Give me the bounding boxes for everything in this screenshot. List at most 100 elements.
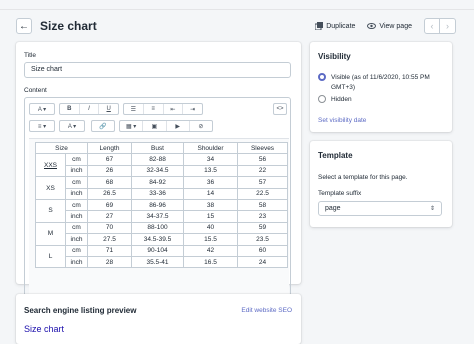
image-icon[interactable]: ▣ (143, 121, 167, 131)
length-cell: 70 (87, 221, 132, 235)
unit-cell: cm (65, 198, 88, 212)
list-group: ☰ ≡ ⇤ ⇥ (123, 103, 203, 115)
video-icon[interactable]: ▶ (167, 121, 190, 131)
bust-cell: 88-100 (131, 221, 184, 235)
table-icon[interactable]: ▦ ▾ (120, 121, 144, 131)
italic-button[interactable]: I (80, 104, 100, 114)
bust-cell: 33-36 (131, 187, 184, 200)
length-cell: 27 (87, 210, 132, 223)
back-button[interactable]: ← (16, 18, 32, 34)
sleeves-cell: 22 (237, 164, 288, 178)
chevron-right-icon: › (446, 21, 449, 31)
outdent-button[interactable]: ⇤ (164, 104, 184, 114)
text-color-dropdown[interactable]: A ▾ (59, 120, 85, 132)
size-cell: L (35, 244, 66, 269)
size-table: Size Length Bust Shoulder Sleeves XXS cm… (35, 141, 288, 269)
length-cell: 26.5 (87, 187, 132, 200)
shoulder-cell: 34 (183, 153, 238, 166)
pagination: ‹ › (424, 18, 456, 34)
length-cell: 27.5 (87, 233, 132, 246)
bust-cell: 34-37.5 (131, 210, 184, 223)
page-title: Size chart (40, 19, 97, 33)
hidden-radio[interactable] (318, 95, 326, 103)
length-cell: 67 (87, 153, 132, 166)
view-page-button[interactable]: View page (367, 23, 412, 30)
view-page-label: View page (379, 22, 412, 30)
set-visibility-date-link[interactable]: Set visibility date (318, 117, 366, 124)
unit-cell: cm (65, 221, 88, 235)
table-row: inch 28 35.5-41 16.5 24 (36, 255, 288, 269)
hidden-label: Hidden (331, 96, 352, 103)
indent-button[interactable]: ⇥ (183, 104, 202, 114)
sleeves-cell: 23.5 (237, 233, 288, 246)
bullet-list-button[interactable]: ☰ (124, 104, 144, 114)
visibility-heading: Visibility (318, 52, 351, 61)
unit-cell: inch (65, 255, 88, 269)
sleeves-cell: 22.5 (237, 187, 288, 200)
rich-text-editor: A ▾ B I U ☰ ≡ ⇤ ⇥ <> ≡ ▾ A ▾ 🔗 ▦ ▾ ▣ ▶ ⊘… (24, 97, 291, 322)
template-card: Template Select a template for this page… (310, 141, 452, 227)
sleeves-cell: 60 (237, 244, 288, 257)
next-page-button[interactable]: › (440, 18, 456, 34)
previous-page-button[interactable]: ‹ (424, 18, 440, 34)
eye-icon (367, 23, 377, 29)
shoulder-cell: 36 (183, 176, 238, 189)
sleeves-cell: 57 (237, 176, 288, 189)
edit-seo-link[interactable]: Edit website SEO (241, 307, 292, 314)
shoulder-cell: 13.5 (183, 164, 238, 178)
template-heading: Template (318, 151, 353, 160)
title-input[interactable]: Size chart (24, 62, 291, 78)
template-suffix-select[interactable]: page ⇕ (318, 201, 442, 216)
unit-cell: cm (65, 176, 88, 189)
table-row: XXS cm 67 82-88 34 56 (35, 153, 288, 178)
duplicate-icon (315, 22, 324, 30)
length-cell: 28 (87, 255, 132, 269)
header-size: Size (35, 141, 88, 155)
unit-cell: cm (65, 153, 88, 166)
numbered-list-button[interactable]: ≡ (144, 104, 164, 114)
table-row: M cm 70 88-100 40 59 (35, 221, 288, 246)
align-dropdown[interactable]: ≡ ▾ (29, 120, 55, 132)
select-arrows-icon: ⇕ (429, 206, 435, 212)
bust-cell: 84-92 (131, 176, 184, 189)
show-html-button[interactable]: <> (273, 103, 287, 115)
underline-button[interactable]: U (99, 104, 118, 114)
unit-cell: inch (65, 233, 88, 246)
visible-label: Visible (as of 11/6/2020, 10:55 PM GMT+3… (331, 74, 430, 91)
shoulder-cell: 15.5 (183, 233, 238, 246)
clear-format-icon[interactable]: ⊘ (190, 121, 212, 131)
unit-cell: inch (65, 187, 88, 200)
bust-cell: 34.5-39.5 (131, 233, 184, 246)
chevron-left-icon: ‹ (430, 21, 434, 31)
visible-radio[interactable] (318, 73, 326, 81)
size-cell: M (35, 221, 66, 246)
table-row: inch 27 34-37.5 15 23 (36, 210, 288, 223)
page-header: ← Size chart Duplicate View page ‹ › (16, 15, 456, 37)
bust-cell: 35.5-41 (131, 255, 184, 269)
visibility-card: Visibility Visible (as of 11/6/2020, 10:… (310, 42, 452, 132)
header-sleeves: Sleeves (237, 141, 288, 155)
page-content-card: Title Size chart Content A ▾ B I U ☰ ≡ ⇤… (16, 42, 301, 322)
bust-cell: 82-88 (131, 153, 184, 166)
shoulder-cell: 38 (183, 198, 238, 212)
bold-button[interactable]: B (60, 104, 80, 114)
size-cell: XS (35, 176, 66, 200)
link-icon[interactable]: 🔗 (91, 120, 115, 132)
table-row: inch 26 32-34.5 13.5 22 (36, 164, 288, 178)
seo-preview-card: Search engine listing preview Edit websi… (16, 294, 301, 344)
shoulder-cell: 15 (183, 210, 238, 223)
sleeves-cell: 56 (237, 153, 288, 166)
duplicate-button[interactable]: Duplicate (315, 22, 355, 30)
paragraph-format-dropdown[interactable]: A ▾ (29, 103, 55, 115)
sleeves-cell: 59 (237, 221, 288, 235)
header-length: Length (87, 141, 132, 155)
table-row: S cm 69 86-96 38 58 (35, 198, 288, 223)
length-cell: 68 (87, 176, 132, 189)
length-cell: 71 (87, 244, 132, 257)
arrow-left-icon: ← (19, 20, 29, 32)
content-label: Content (24, 87, 47, 94)
template-suffix-label: Template suffix (318, 190, 362, 197)
header-shoulder: Shoulder (183, 141, 238, 155)
unit-cell: inch (65, 164, 88, 178)
shoulder-cell: 14 (183, 187, 238, 200)
